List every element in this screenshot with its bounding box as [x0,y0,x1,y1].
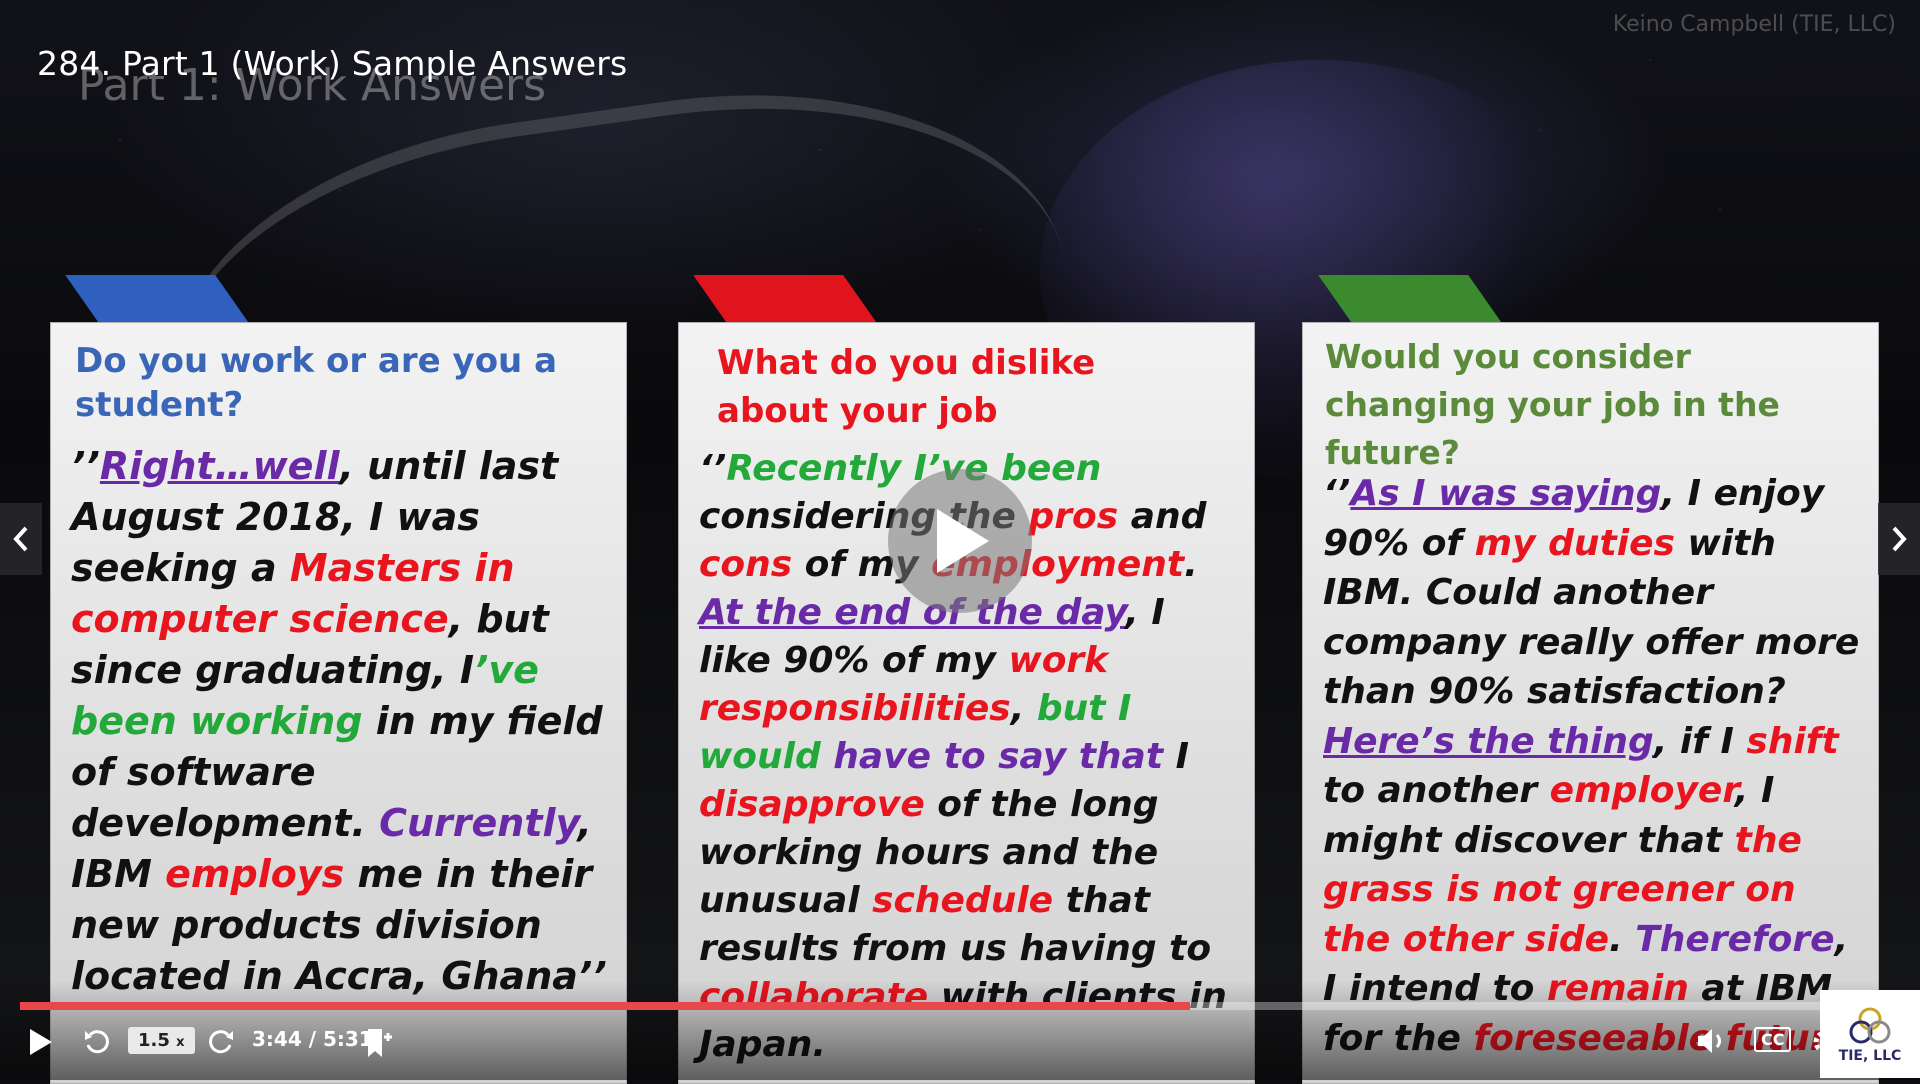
speed-value: 1.5 [138,1030,170,1051]
answer-card-work-or-student: Do you work or are you a student? ’’Righ… [50,322,627,1084]
cc-label: CC [1754,1027,1792,1052]
chevron-right-icon[interactable] [1878,503,1920,575]
answer-segment: shift [1746,720,1839,762]
answer-segment: . [1184,544,1198,585]
answer-segment: employs [165,852,345,896]
answer-card-dislike-job: What do you dislike about your job ‘’Rec… [678,322,1255,1084]
progress-bar[interactable] [20,1002,1820,1010]
answer-segment: As I was saying [1350,473,1662,514]
bookmark-add-icon [368,1029,392,1057]
card-question: Do you work or are you a student? [75,341,558,426]
video-title[interactable]: 284. Part 1 (Work) Sample Answers [37,44,627,83]
answer-segment: , [1010,688,1037,729]
speed-button[interactable]: 1.5 x [128,1027,195,1054]
answer-segment: pros [1028,496,1119,537]
answer-segment [821,736,834,777]
forward-icon [209,1030,233,1054]
speed-suffix: x [176,1035,185,1050]
answer-segment: Here’s the thing [1323,720,1654,762]
forward-button[interactable] [206,1027,236,1057]
answer-segment: employer [1549,770,1735,811]
progress-fill [20,1002,1190,1010]
answer-segment: Currently [379,801,578,845]
time-display: 3:44 / 5:31 [252,1027,373,1051]
watermark: Keino Campbell (TIE, LLC) [1612,12,1896,37]
answer-segment: Recently I’ve been [726,448,1102,489]
chevron-left-icon[interactable] [0,503,42,575]
rewind-button[interactable] [82,1027,112,1057]
answer-segment: Right…well [99,444,340,488]
play-icon [30,1029,52,1055]
answer-segment: I [1163,736,1189,777]
tie-logo: TIE, LLC [1820,990,1920,1078]
card-question: Would you consider changing your job in … [1325,337,1780,472]
answer-segment: ‘’ [699,448,727,489]
answer-segment: disapprove [699,784,925,825]
play-overlay-button[interactable] [888,469,1032,613]
answer-segment: ‘’ [1323,473,1351,514]
answer-card-changing-job: Would you consider changing your job in … [1302,322,1879,1084]
captions-button[interactable]: CC [1754,1027,1792,1052]
answer-segment: Therefore [1635,918,1835,960]
answer-segment: , if I [1653,720,1747,762]
answer-segment: to another [1323,770,1550,811]
answer-segment: have to say that [833,736,1164,777]
answer-segment: my duties [1474,522,1675,564]
play-icon [937,509,989,573]
card-answer: ‘’As I was saying, I enjoy 90% of my dut… [1323,469,1868,1063]
card-question: What do you dislike about your job [717,343,1096,431]
play-button[interactable] [26,1027,54,1057]
answer-segment: At the end of the day [699,592,1126,633]
rewind-icon [85,1030,109,1054]
answer-segment: schedule [872,880,1054,921]
answer-segment: and [1118,496,1207,537]
bookmark-button[interactable] [364,1027,392,1059]
answer-segment: ’’ [71,444,100,488]
card-answer: ’’Right…well, until last August 2018, I … [71,441,611,1002]
volume-button[interactable] [1696,1027,1728,1055]
answer-segment: cons [699,544,793,585]
logo-icon [1849,1007,1891,1044]
answer-segment: . [1609,918,1636,960]
volume-icon [1698,1029,1721,1053]
logo-text: TIE, LLC [1838,1048,1902,1064]
